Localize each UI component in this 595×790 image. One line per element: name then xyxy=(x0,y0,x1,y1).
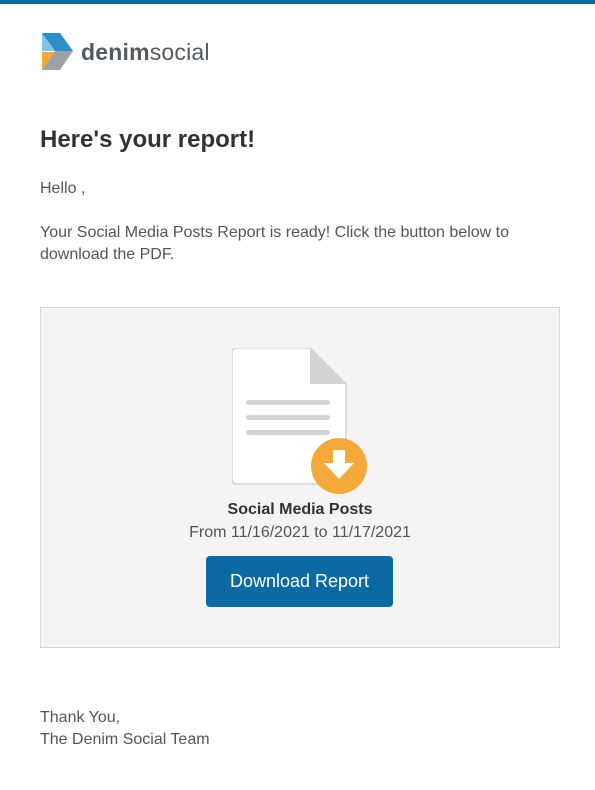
report-card: Social Media Posts From 11/16/2021 to 11… xyxy=(40,307,560,648)
email-signoff: Thank You, The Denim Social Team xyxy=(40,707,210,751)
denimsocial-wordmark: denimsocial xyxy=(81,38,210,65)
greeting-text: Hello , xyxy=(40,180,86,197)
email-heading: Here's your report! xyxy=(40,126,256,153)
document-download-icon xyxy=(232,348,367,494)
report-title: Social Media Posts xyxy=(227,501,373,518)
download-report-button[interactable]: Download Report xyxy=(206,556,393,607)
signoff-line-1: Thank You, xyxy=(40,709,121,726)
intro-text: Your Social Media Posts Report is ready!… xyxy=(40,224,509,263)
report-date-range: From 11/16/2021 to 11/17/2021 xyxy=(189,524,411,541)
top-accent-bar xyxy=(0,0,595,4)
signoff-line-2: The Denim Social Team xyxy=(40,731,210,748)
denimsocial-logo-icon xyxy=(42,33,73,70)
denimsocial-logo: denimsocial xyxy=(38,33,210,71)
